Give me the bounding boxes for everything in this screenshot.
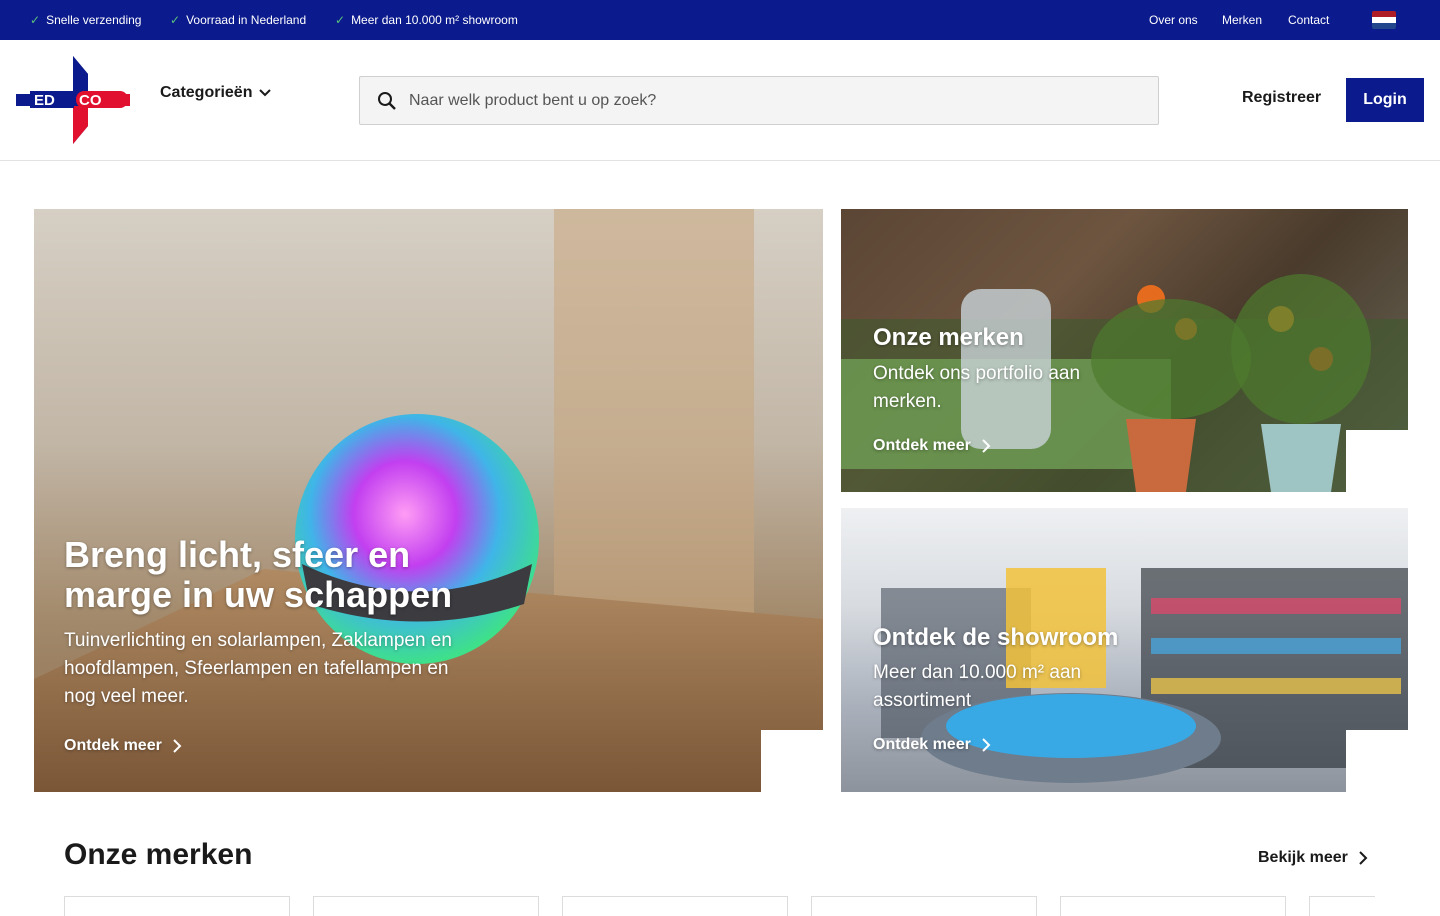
usp-stock: ✓ Voorraad in Nederland — [170, 0, 306, 40]
tile-title: Breng licht, sfeer en marge in uw schapp… — [64, 534, 453, 615]
link-contact[interactable]: Contact — [1288, 0, 1329, 40]
login-button[interactable]: Login — [1346, 78, 1424, 122]
tile-corner — [1346, 730, 1408, 792]
tile-link-label: Ontdek meer — [873, 437, 971, 454]
tile-link-label: Ontdek meer — [873, 736, 971, 753]
link-merken[interactable]: Merken — [1222, 0, 1262, 40]
register-link[interactable]: Registreer — [1242, 89, 1321, 107]
tile-link[interactable]: Ontdek meer — [873, 736, 991, 754]
tile-link-label: Ontdek meer — [64, 737, 162, 754]
categories-dropdown[interactable]: Categorieën — [160, 84, 272, 102]
promo-tile-lighting[interactable]: Breng licht, sfeer en marge in uw schapp… — [34, 209, 823, 792]
chevron-down-icon — [259, 89, 272, 97]
brand-card[interactable] — [1060, 896, 1286, 916]
section-heading-brands: Onze merken — [64, 838, 253, 871]
search-bar — [359, 76, 1159, 125]
brand-card[interactable] — [1309, 896, 1375, 916]
search-icon[interactable] — [377, 91, 397, 111]
usp-label: Snelle verzending — [46, 13, 142, 27]
edco-logo[interactable]: ED CO — [16, 54, 130, 146]
tile-link[interactable]: Ontdek meer — [64, 737, 182, 755]
chevron-right-icon — [982, 439, 991, 453]
tile-link[interactable]: Ontdek meer — [873, 437, 991, 455]
check-icon: ✓ — [30, 13, 41, 27]
promo-tile-brands[interactable]: Onze merken Ontdek ons portfolio aan mer… — [841, 209, 1408, 492]
tile-description: Meer dan 10.000 m² aan assortiment — [873, 662, 1082, 711]
usp-label: Meer dan 10.000 m² showroom — [351, 13, 518, 27]
check-icon: ✓ — [335, 13, 346, 27]
chevron-right-icon — [173, 739, 182, 753]
usp-shipping: ✓ Snelle verzending — [30, 0, 141, 40]
search-input[interactable] — [409, 91, 1109, 110]
check-icon: ✓ — [170, 13, 181, 27]
brand-card[interactable] — [313, 896, 539, 916]
svg-text:ED: ED — [34, 92, 55, 109]
tile-corner — [761, 730, 823, 792]
site-header: ED CO Categorieën Registreer Login — [0, 40, 1440, 161]
svg-text:CO: CO — [79, 92, 102, 109]
usp-label: Voorraad in Nederland — [186, 13, 307, 27]
tile-description: Tuinverlichting en solarlampen, Zaklampe… — [64, 630, 452, 707]
brand-card[interactable] — [64, 896, 290, 916]
link-over-ons[interactable]: Over ons — [1149, 0, 1198, 40]
brand-card[interactable] — [811, 896, 1037, 916]
brand-card[interactable] — [562, 896, 788, 916]
tile-title: Ontdek de showroom — [873, 624, 1119, 651]
tile-corner — [1346, 430, 1408, 492]
chevron-right-icon — [1359, 851, 1368, 865]
flag-nl-icon[interactable] — [1372, 11, 1396, 29]
promo-tile-showroom[interactable]: Ontdek de showroom Meer dan 10.000 m² aa… — [841, 508, 1408, 792]
tile-title: Onze merken — [873, 324, 1024, 351]
chevron-right-icon — [982, 738, 991, 752]
view-more-brands-link[interactable]: Bekijk meer — [1258, 849, 1368, 867]
top-bar: ✓ Snelle verzending ✓ Voorraad in Nederl… — [0, 0, 1440, 40]
view-more-label: Bekijk meer — [1258, 849, 1348, 866]
usp-showroom: ✓ Meer dan 10.000 m² showroom — [335, 0, 518, 40]
categories-label: Categorieën — [160, 84, 253, 101]
tile-description: Ontdek ons portfolio aan merken. — [873, 363, 1081, 412]
